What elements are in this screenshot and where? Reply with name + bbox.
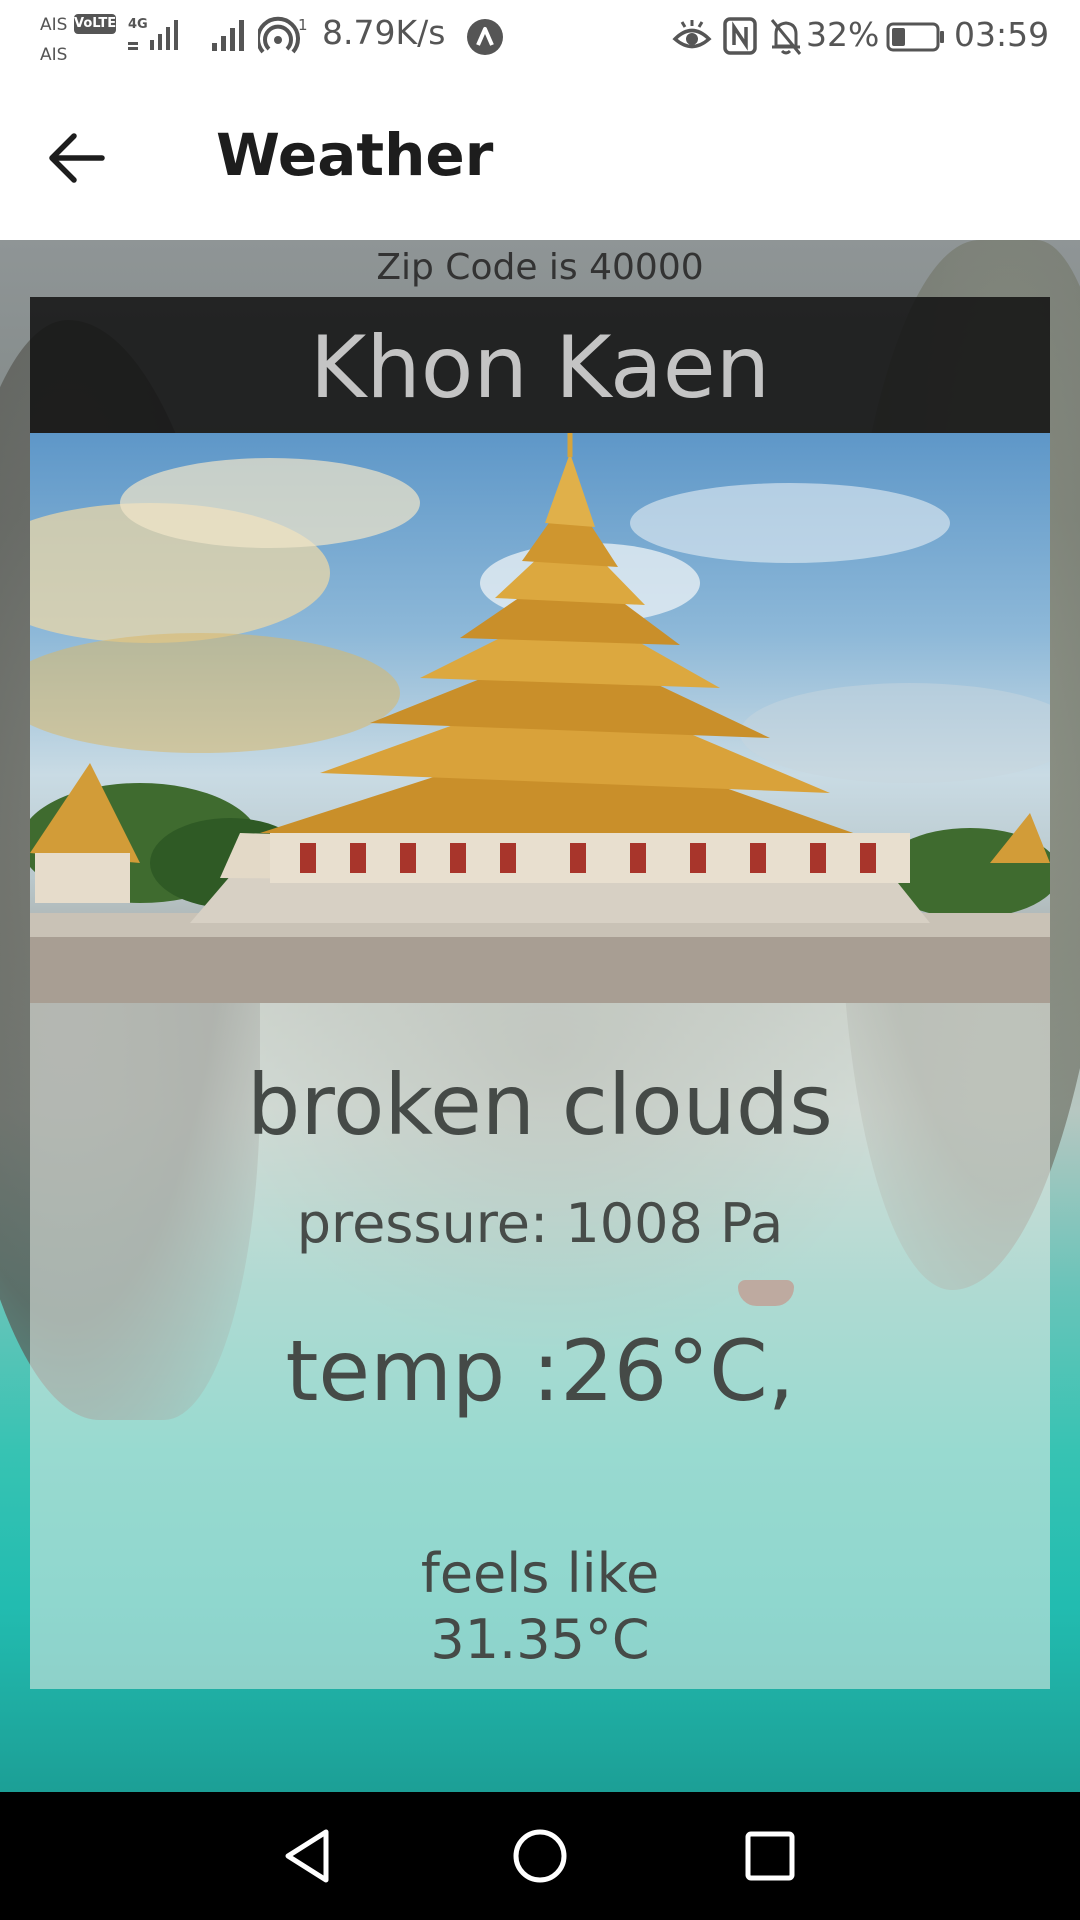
page-title: Weather [216,121,494,189]
temperature-label: temp :26°C, [285,1322,795,1420]
battery-level-fill [892,28,905,46]
clock: 03:59 [954,15,1050,54]
hotspot-count: 1 [298,16,308,34]
network-type-label: 4G [128,17,148,32]
status-bar: AIS AIS VoLTE 4G 1 8.79K/s 32% 03:59 [0,0,1080,74]
bell-off-icon [770,19,802,55]
feels-like-label: feels like [420,1542,660,1605]
zip-code-label: Zip Code is 40000 [376,247,704,288]
nfc-icon [723,17,757,55]
weather-description: broken clouds [247,1056,833,1154]
eye-comfort-icon [672,20,712,49]
battery-percent: 32% [806,15,880,54]
nav-back-icon [285,1829,329,1883]
carrier-1-label: AIS [40,15,68,35]
app-bar: Weather [0,74,1080,240]
weather-content: Zip Code is 40000 Khon Kaen broken cloud… [0,240,1080,1792]
net-speed-label: 8.79K/s [322,13,446,52]
cellular-signal-icon: 4G [128,17,178,50]
nav-recents-button[interactable] [738,1824,802,1888]
pressure-label: pressure: 1008 Pa [296,1192,784,1255]
nav-back-button[interactable] [276,1824,340,1888]
feels-like-value: 31.35°C [430,1608,650,1671]
carrier-2-label: AIS [40,45,68,65]
nav-recents-icon [745,1831,795,1881]
hotspot-icon: 1 [258,16,308,54]
city-banner: Khon Kaen [30,297,1050,433]
back-arrow-icon [49,133,105,183]
battery-icon [886,22,944,52]
signal-bars-icon [212,20,244,51]
back-button[interactable] [38,118,118,198]
weather-details-panel: broken clouds pressure: 1008 Pa temp :26… [30,1003,1050,1689]
volte-badge: VoLTE [74,14,116,34]
city-landmark-image [30,433,1050,1003]
city-name: Khon Kaen [309,318,771,418]
system-navigation-bar [0,1792,1080,1920]
app-notification-icon [467,19,503,55]
nav-home-button[interactable] [508,1824,572,1888]
nav-home-icon [513,1829,567,1883]
